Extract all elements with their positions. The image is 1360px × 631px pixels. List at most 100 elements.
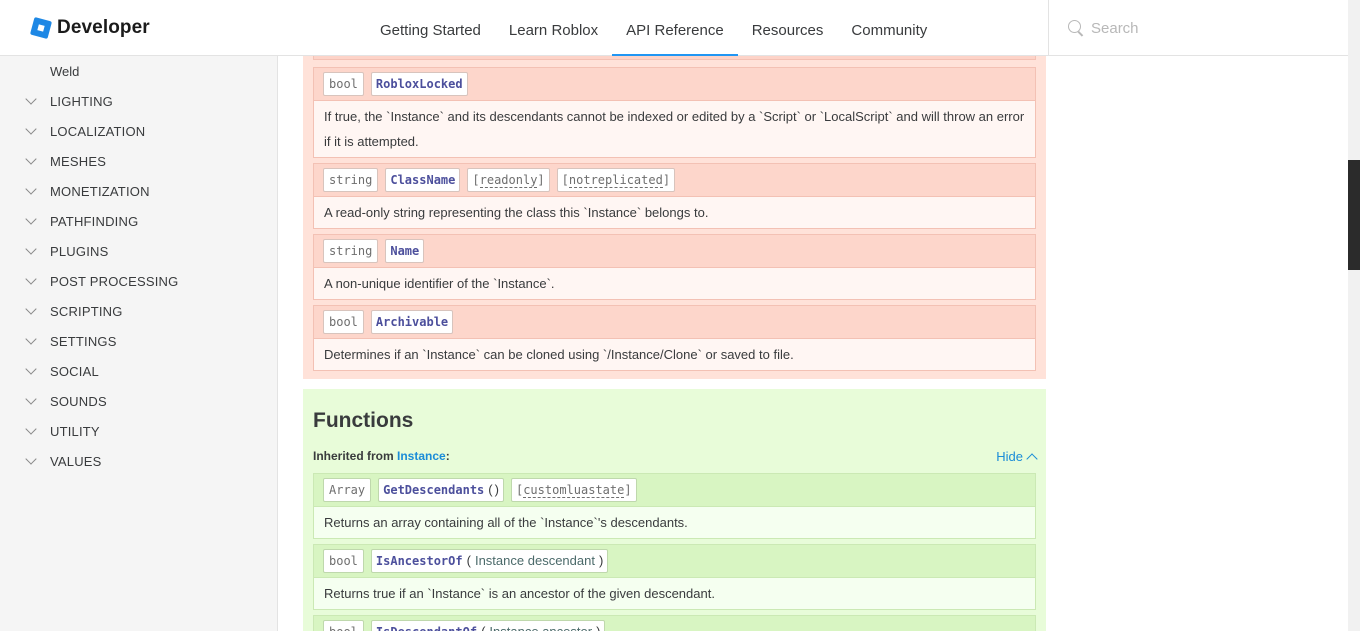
function-name-text: IsAncestorOf xyxy=(375,554,463,568)
sidebar-item-label: UTILITY xyxy=(50,423,100,439)
sidebar-item-label: MESHES xyxy=(50,153,107,169)
property-header: string Name xyxy=(314,235,1035,267)
customluastate-tag[interactable]: [customluastate] xyxy=(510,478,637,502)
sidebar-item-label: MONETIZATION xyxy=(50,183,150,199)
property-robloxlocked: bool RobloxLocked If true, the `Instance… xyxy=(313,67,1036,158)
sidebar-item-label: SETTINGS xyxy=(50,333,117,349)
chevron-down-icon xyxy=(24,214,38,228)
scrollbar-track[interactable] xyxy=(1348,0,1360,631)
chevron-down-icon xyxy=(24,424,38,438)
sidebar-item-plugins[interactable]: PLUGINS xyxy=(0,236,278,266)
function-name[interactable]: GetDescendants ( ) xyxy=(378,478,504,502)
developer-logo[interactable]: Developer xyxy=(29,16,150,40)
chevron-down-icon xyxy=(24,304,38,318)
nav-api-reference[interactable]: API Reference xyxy=(612,0,738,56)
sidebar-item-scripting[interactable]: SCRIPTING xyxy=(0,296,278,326)
sidebar-item-pathfinding[interactable]: PATHFINDING xyxy=(0,206,278,236)
roblox-logo-icon xyxy=(29,16,53,40)
inherited-class-link[interactable]: Instance xyxy=(397,449,446,463)
nav-resources[interactable]: Resources xyxy=(738,0,838,56)
scrollbar-thumb[interactable] xyxy=(1348,160,1360,270)
property-name[interactable]: ClassName xyxy=(385,168,461,192)
sidebar-item-label: SOUNDS xyxy=(50,393,107,409)
sidebar-item-social[interactable]: SOCIAL xyxy=(0,356,278,386)
tag-label: customluastate xyxy=(523,483,625,498)
param-type: Instance xyxy=(474,553,525,568)
inherited-text: Inherited from xyxy=(313,449,394,463)
property-header: string ClassName [readonly] [notreplicat… xyxy=(314,164,1035,196)
chevron-down-icon xyxy=(24,454,38,468)
type-tag[interactable]: bool xyxy=(323,310,364,334)
function-header: bool IsAncestorOf ( Instance descendant … xyxy=(314,545,1035,577)
chevron-down-icon xyxy=(24,94,38,108)
sidebar-item-values[interactable]: VALUES xyxy=(0,446,278,476)
inherited-colon: : xyxy=(445,449,450,463)
property-description: A read-only string representing the clas… xyxy=(314,196,1035,228)
top-header: Developer Getting Started Learn Roblox A… xyxy=(0,0,1348,56)
type-tag[interactable]: string xyxy=(323,168,379,192)
type-tag[interactable]: Array xyxy=(323,478,372,502)
hide-toggle[interactable]: Hide xyxy=(996,449,1038,465)
main-content: bool RobloxLocked If true, the `Instance… xyxy=(278,56,1046,631)
chevron-down-icon xyxy=(24,124,38,138)
property-name[interactable]: Name xyxy=(385,239,425,263)
function-getdescendants: Array GetDescendants ( ) [customluastate… xyxy=(313,473,1036,539)
sidebar-item-label: PATHFINDING xyxy=(50,213,139,229)
search-input[interactable] xyxy=(1091,19,1331,37)
sidebar-item-post-processing[interactable]: POST PROCESSING xyxy=(0,266,278,296)
search-icon xyxy=(1067,19,1085,37)
tag-label: notreplicated xyxy=(568,173,663,188)
property-header: bool Archivable xyxy=(314,306,1035,338)
hide-label: Hide xyxy=(996,449,1023,464)
chevron-down-icon xyxy=(24,334,38,348)
sidebar-item-label: PLUGINS xyxy=(50,243,109,259)
sidebar-item-weld[interactable]: Weld xyxy=(50,64,79,79)
sidebar-item-settings[interactable]: SETTINGS xyxy=(0,326,278,356)
nav-getting-started[interactable]: Getting Started xyxy=(366,0,495,56)
property-description: Determines if an `Instance` can be clone… xyxy=(314,338,1035,370)
function-name[interactable]: IsDescendantOf ( Instance ancestor ) xyxy=(370,620,606,631)
function-header: bool IsDescendantOf ( Instance ancestor … xyxy=(314,616,1035,631)
function-isdescendantof: bool IsDescendantOf ( Instance ancestor … xyxy=(313,615,1036,631)
function-description: Returns an array containing all of the `… xyxy=(314,506,1035,538)
chevron-down-icon xyxy=(24,274,38,288)
notreplicated-tag[interactable]: [notreplicated] xyxy=(556,168,676,192)
functions-heading: Functions xyxy=(313,409,414,432)
close-paren: ) xyxy=(598,553,604,568)
parameter: Instance ancestor xyxy=(489,623,592,631)
property-name[interactable]: RobloxLocked xyxy=(370,72,468,96)
function-name-text: GetDescendants xyxy=(383,483,485,497)
sidebar: Weld LIGHTING LOCALIZATION MESHES MONETI… xyxy=(0,56,278,631)
sidebar-item-label: POST PROCESSING xyxy=(50,273,179,289)
close-paren: ) xyxy=(494,482,499,497)
function-name[interactable]: IsAncestorOf ( Instance descendant ) xyxy=(370,549,609,573)
sidebar-item-lighting[interactable]: LIGHTING xyxy=(0,86,278,116)
right-column xyxy=(1046,56,1348,631)
sidebar-item-label: SOCIAL xyxy=(50,363,99,379)
property-archivable: bool Archivable Determines if an `Instan… xyxy=(313,305,1036,371)
properties-panel: bool RobloxLocked If true, the `Instance… xyxy=(303,56,1046,379)
close-paren: ) xyxy=(596,623,600,631)
param-type: Instance xyxy=(489,624,538,631)
sidebar-item-localization[interactable]: LOCALIZATION xyxy=(0,116,278,146)
sidebar-item-label: LIGHTING xyxy=(50,93,113,109)
sidebar-item-label: LOCALIZATION xyxy=(50,123,146,139)
property-header: bool RobloxLocked xyxy=(314,68,1035,100)
chevron-up-icon xyxy=(1026,452,1038,465)
type-tag[interactable]: bool xyxy=(323,620,364,631)
property-name-row: string Name A non-unique identifier of t… xyxy=(313,234,1036,300)
function-description: Returns true if an `Instance` is an ance… xyxy=(314,577,1035,609)
property-name[interactable]: Archivable xyxy=(370,310,454,334)
readonly-tag[interactable]: [readonly] xyxy=(467,168,550,192)
nav-community[interactable]: Community xyxy=(837,0,941,56)
type-tag[interactable]: bool xyxy=(323,72,364,96)
open-paren: ( xyxy=(481,623,485,631)
type-tag[interactable]: string xyxy=(323,239,379,263)
sidebar-item-meshes[interactable]: MESHES xyxy=(0,146,278,176)
type-tag[interactable]: bool xyxy=(323,549,364,573)
sidebar-item-sounds[interactable]: SOUNDS xyxy=(0,386,278,416)
sidebar-item-utility[interactable]: UTILITY xyxy=(0,416,278,446)
main-nav: Getting Started Learn Roblox API Referen… xyxy=(366,0,941,56)
nav-learn-roblox[interactable]: Learn Roblox xyxy=(495,0,612,56)
sidebar-item-monetization[interactable]: MONETIZATION xyxy=(0,176,278,206)
